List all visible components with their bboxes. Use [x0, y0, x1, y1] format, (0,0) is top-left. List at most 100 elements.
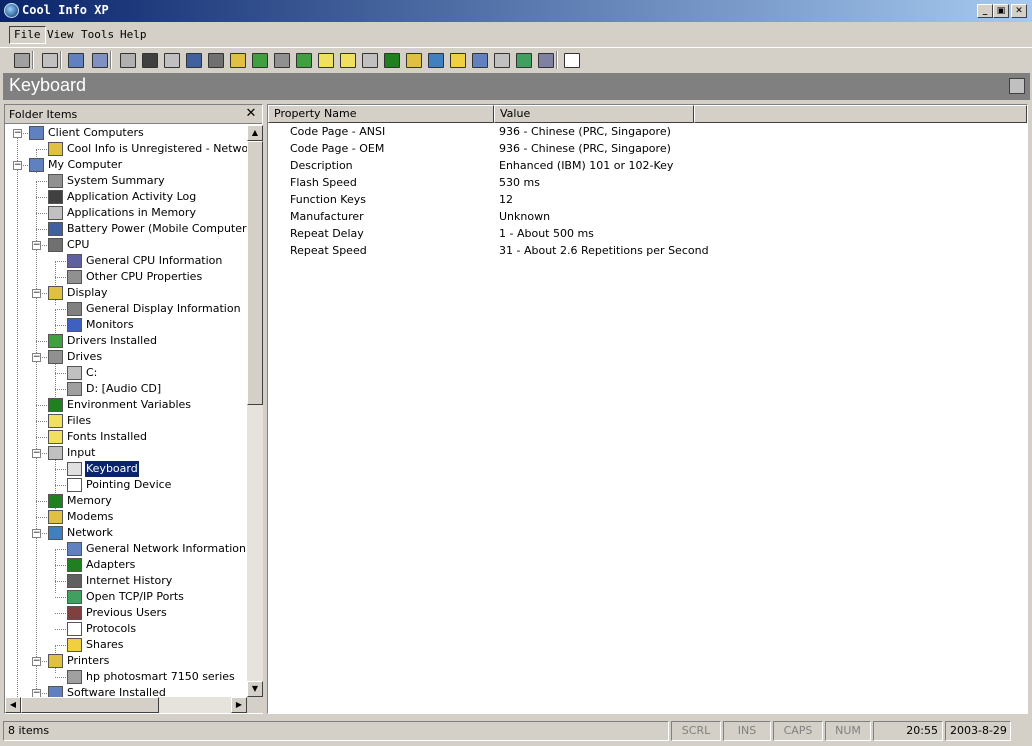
- printer-button[interactable]: [12, 50, 32, 70]
- collapse-toggle[interactable]: −: [13, 161, 22, 170]
- export-button[interactable]: [536, 50, 556, 70]
- horizontal-scroll-thumb[interactable]: [21, 697, 159, 713]
- menu-view[interactable]: View: [43, 26, 78, 44]
- tree-node-label[interactable]: Open TCP/IP Ports: [85, 589, 185, 605]
- tree-node-label[interactable]: General Display Information: [85, 301, 242, 317]
- software-button[interactable]: [470, 50, 490, 70]
- collapse-toggle[interactable]: −: [32, 353, 41, 362]
- drivers-button[interactable]: [250, 50, 270, 70]
- table-row[interactable]: Repeat Speed 31 - About 2.6 Repetitions p…: [268, 242, 1027, 259]
- horizontal-scrollbar[interactable]: ◀ ▶: [5, 697, 247, 713]
- tree-node-label[interactable]: Printers: [66, 653, 110, 669]
- tree-node-label[interactable]: Adapters: [85, 557, 136, 573]
- help-button[interactable]: [562, 50, 582, 70]
- column-header-value[interactable]: Value: [494, 105, 694, 123]
- tree-node-label[interactable]: Input: [66, 445, 96, 461]
- table-row[interactable]: Function Keys 12: [268, 191, 1027, 208]
- tree-node-label[interactable]: General CPU Information: [85, 253, 223, 269]
- tree-node-label[interactable]: CPU: [66, 237, 90, 253]
- modem-button[interactable]: [404, 50, 424, 70]
- tree-node-label[interactable]: Cool Info is Unregistered - Network V: [66, 141, 247, 157]
- collapse-toggle[interactable]: −: [32, 657, 41, 666]
- table-row[interactable]: Code Page - ANSI 936 - Chinese (PRC, Sing…: [268, 123, 1027, 140]
- tree-node-label[interactable]: hp photosmart 7150 series: [85, 669, 236, 685]
- minimize-button[interactable]: _: [977, 4, 993, 18]
- menu-tools[interactable]: Tools: [77, 26, 118, 44]
- cpu-button[interactable]: [206, 50, 226, 70]
- tree-node-label[interactable]: Drives: [66, 349, 103, 365]
- vertical-scroll-thumb[interactable]: [247, 141, 263, 405]
- memory-chip-button[interactable]: [382, 50, 402, 70]
- tree-node-label[interactable]: Internet History: [85, 573, 173, 589]
- files-button[interactable]: [316, 50, 336, 70]
- menu-help[interactable]: Help: [116, 26, 151, 44]
- tree-node-label[interactable]: Display: [66, 285, 109, 301]
- tree-node-label[interactable]: Applications in Memory: [66, 205, 197, 221]
- fonts-button[interactable]: [338, 50, 358, 70]
- memory-button[interactable]: [140, 50, 160, 70]
- close-pane-button[interactable]: ✕: [244, 106, 258, 122]
- table-row[interactable]: Manufacturer Unknown: [268, 208, 1027, 225]
- app-icon[interactable]: [4, 3, 19, 18]
- tree-node-label[interactable]: Pointing Device: [85, 477, 172, 493]
- collapse-toggle[interactable]: −: [32, 241, 41, 250]
- application-log-button[interactable]: [162, 50, 182, 70]
- tree-node-label[interactable]: Battery Power (Mobile Computers): [66, 221, 247, 237]
- close-button[interactable]: ✕: [1011, 4, 1027, 18]
- table-row[interactable]: Flash Speed 530 ms: [268, 174, 1027, 191]
- title-bar[interactable]: Cool Info XP _ ▣ ✕: [0, 0, 1032, 22]
- tree-node-label[interactable]: Monitors: [85, 317, 135, 333]
- tree-node-label[interactable]: Software Installed: [66, 685, 167, 697]
- size-grip[interactable]: [1013, 721, 1029, 741]
- tree-node-label[interactable]: Client Computers: [47, 125, 145, 141]
- drives-button[interactable]: [272, 50, 292, 70]
- tools-button[interactable]: [514, 50, 534, 70]
- tree-node-label[interactable]: General Network Information: [85, 541, 247, 557]
- table-row[interactable]: Code Page - OEM 936 - Chinese (PRC, Singa…: [268, 140, 1027, 157]
- collapse-toggle[interactable]: −: [13, 129, 22, 138]
- collapse-toggle[interactable]: −: [32, 529, 41, 538]
- vertical-scrollbar[interactable]: ▲ ▼: [247, 125, 263, 697]
- tree-node-label[interactable]: C:: [85, 365, 98, 381]
- tree-node-label[interactable]: System Summary: [66, 173, 166, 189]
- keyboard-button[interactable]: [360, 50, 380, 70]
- tree-node-label[interactable]: Protocols: [85, 621, 137, 637]
- collapse-toggle[interactable]: −: [32, 289, 41, 298]
- properties-button[interactable]: [66, 50, 86, 70]
- tree-node-label[interactable]: Environment Variables: [66, 397, 192, 413]
- scroll-left-button[interactable]: ◀: [5, 697, 21, 713]
- scroll-up-button[interactable]: ▲: [247, 125, 263, 141]
- folder-button[interactable]: [448, 50, 468, 70]
- network-connect-button[interactable]: [40, 50, 60, 70]
- table-row[interactable]: Repeat Delay 1 - About 500 ms: [268, 225, 1027, 242]
- maximize-button[interactable]: ▣: [993, 4, 1009, 18]
- tree-node-label[interactable]: Application Activity Log: [66, 189, 197, 205]
- collapse-toggle[interactable]: −: [32, 689, 41, 697]
- tree-node-label[interactable]: Modems: [66, 509, 114, 525]
- tree-node-label[interactable]: Network: [66, 525, 114, 541]
- tree-node-label[interactable]: Previous Users: [85, 605, 168, 621]
- folder-tree[interactable]: Client Computers − Cool Info is Unregister…: [5, 125, 247, 697]
- collapse-toggle[interactable]: −: [32, 449, 41, 458]
- scroll-right-button[interactable]: ▶: [231, 697, 247, 713]
- tree-node-label[interactable]: Keyboard: [84, 460, 140, 478]
- tree-node-label[interactable]: Memory: [66, 493, 113, 509]
- tree-node-label[interactable]: My Computer: [47, 157, 123, 173]
- environment-button[interactable]: [294, 50, 314, 70]
- table-row[interactable]: Description Enhanced (IBM) 101 or 102-Key: [268, 157, 1027, 174]
- tree-node-label[interactable]: Fonts Installed: [66, 429, 148, 445]
- network-button[interactable]: [426, 50, 446, 70]
- tree-node-label[interactable]: Drivers Installed: [66, 333, 158, 349]
- tree-node-label[interactable]: Shares: [85, 637, 124, 653]
- computer-button[interactable]: [118, 50, 138, 70]
- column-header-property-name[interactable]: Property Name: [268, 105, 494, 123]
- menu-file[interactable]: File: [9, 26, 46, 44]
- sound-button[interactable]: [492, 50, 512, 70]
- battery-button[interactable]: [184, 50, 204, 70]
- refresh-button[interactable]: [90, 50, 110, 70]
- tree-node-label[interactable]: D: [Audio CD]: [85, 381, 162, 397]
- display-button[interactable]: [228, 50, 248, 70]
- column-header-empty[interactable]: [694, 105, 1027, 123]
- tree-node-label[interactable]: Files: [66, 413, 92, 429]
- tree-node-label[interactable]: Other CPU Properties: [85, 269, 203, 285]
